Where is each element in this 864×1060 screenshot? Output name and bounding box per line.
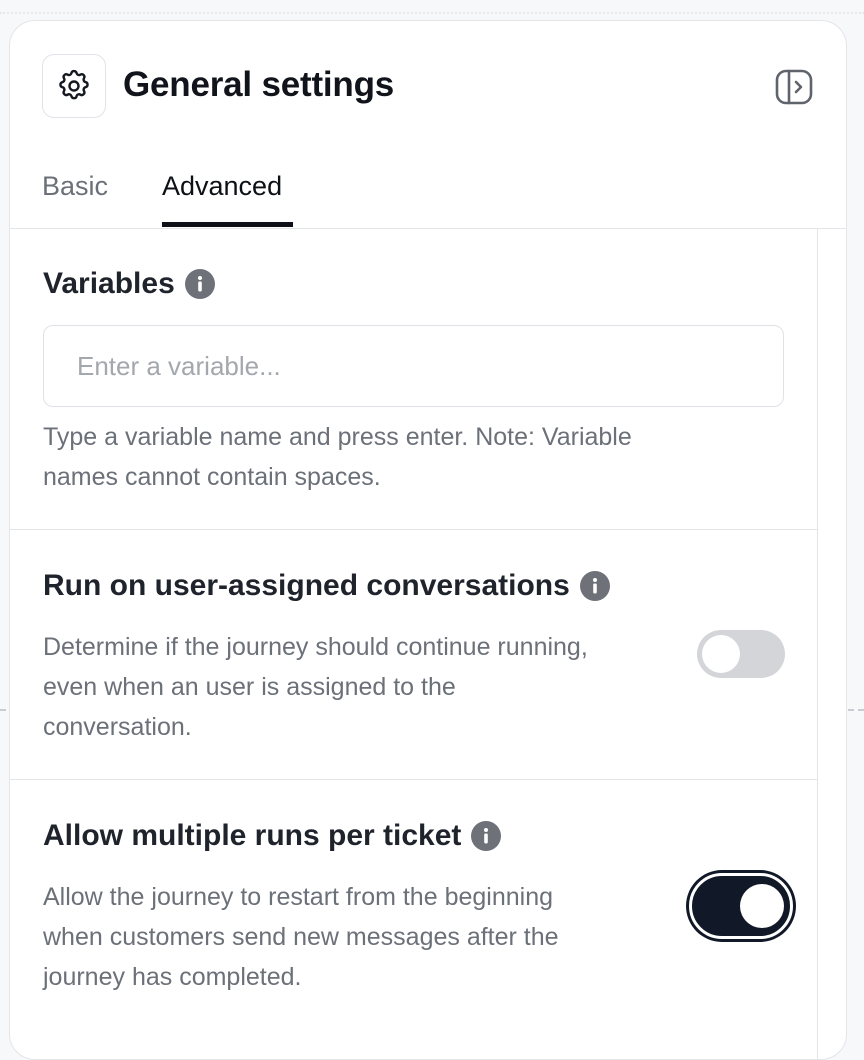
info-icon[interactable] <box>579 571 610 601</box>
active-tab-indicator <box>162 222 293 227</box>
description-line: journey has completed. <box>43 963 302 991</box>
multiple-runs-title: Allow multiple runs per ticket <box>43 819 462 852</box>
description-line: Determine if the journey should continue… <box>43 633 588 661</box>
multiple-runs-description: Allow the journey to restart from the be… <box>43 877 559 997</box>
run-on-assigned-section: Run on user-assigned conversations Deter… <box>10 529 817 779</box>
gear-icon <box>59 69 89 100</box>
tab-basic[interactable]: Basic <box>42 171 108 202</box>
toggle-knob <box>702 635 740 673</box>
variables-heading: Variables <box>43 267 215 301</box>
run-on-assigned-description: Determine if the journey should continue… <box>43 627 588 747</box>
multiple-runs-heading: Allow multiple runs per ticket <box>43 819 502 853</box>
toggle-knob <box>740 884 784 928</box>
description-line: when customers send new messages after t… <box>43 923 559 951</box>
info-icon[interactable] <box>471 821 502 851</box>
description-line: Allow the journey to restart from the be… <box>43 883 553 911</box>
settings-icon-box <box>42 54 106 118</box>
run-on-assigned-heading: Run on user-assigned conversations <box>43 569 610 603</box>
variables-help-line: names cannot contain spaces. <box>43 463 381 491</box>
info-icon[interactable] <box>184 269 215 299</box>
description-line: conversation. <box>43 713 192 741</box>
variables-section: Variables Type a variable name and press… <box>10 229 817 529</box>
panel-header: General settings <box>10 21 846 141</box>
multiple-runs-toggle[interactable] <box>689 873 793 939</box>
panel-collapse-icon <box>775 69 813 105</box>
variable-input[interactable] <box>43 325 784 407</box>
advanced-content: Variables Type a variable name and press… <box>10 229 818 1059</box>
variables-title: Variables <box>43 267 175 300</box>
panel-title: General settings <box>123 65 395 104</box>
canvas-guide-top <box>0 12 864 14</box>
run-on-assigned-toggle[interactable] <box>697 630 785 678</box>
collapse-panel-button[interactable] <box>774 68 814 106</box>
settings-tabs: Basic Advanced <box>10 161 846 229</box>
variables-help-text: Type a variable name and press enter. No… <box>43 417 632 497</box>
run-on-assigned-title: Run on user-assigned conversations <box>43 569 570 602</box>
description-line: even when an user is assigned to the <box>43 673 456 701</box>
tab-advanced[interactable]: Advanced <box>162 171 282 202</box>
multiple-runs-section: Allow multiple runs per ticket Allow the… <box>10 779 817 1039</box>
settings-panel: General settings Basic Advanced Variable… <box>9 20 847 1060</box>
variables-help-line: Type a variable name and press enter. No… <box>43 423 632 451</box>
